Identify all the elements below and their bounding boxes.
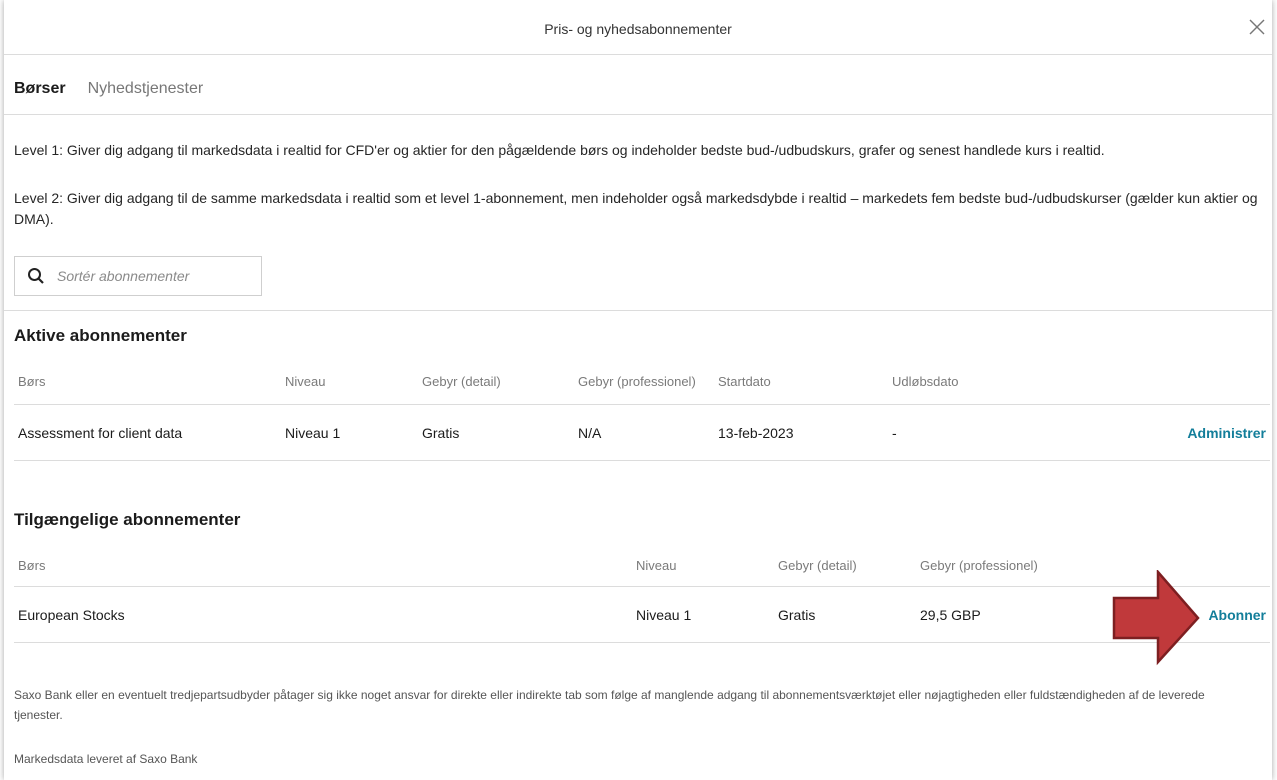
disclaimer-text: Saxo Bank eller en eventuelt tredjeparts… xyxy=(14,688,1205,722)
manage-button[interactable]: Administrer xyxy=(1187,425,1266,441)
level1-description: Level 1: Giver dig adgang til markedsdat… xyxy=(14,142,1105,158)
column-header-start-date: Startdato xyxy=(718,374,771,389)
row-start-date: 13-feb-2023 xyxy=(718,425,794,441)
column-header-level: Niveau xyxy=(636,558,677,573)
tab-bar: Børser Nyhedstjenester xyxy=(14,80,203,106)
row-fee-pro: 29,5 GBP xyxy=(920,607,981,623)
row-exchange: European Stocks xyxy=(18,607,125,623)
level2-description: Level 2: Giver dig adgang til de samme m… xyxy=(14,190,1258,227)
search-input[interactable] xyxy=(55,267,249,285)
data-provider-text: Markedsdata leveret af Saxo Bank xyxy=(14,752,198,766)
column-header-fee-pro: Gebyr (professionel) xyxy=(578,374,696,389)
active-subscriptions-heading: Aktive abonnementer xyxy=(14,326,187,345)
search-box[interactable] xyxy=(14,256,262,296)
available-subscriptions-heading: Tilgængelige abonnementer xyxy=(14,510,241,529)
dialog-header: Pris- og nyhedsabonnementer xyxy=(4,0,1272,55)
dialog-title: Pris- og nyhedsabonnementer xyxy=(544,21,732,37)
column-header-level: Niveau xyxy=(285,374,326,389)
row-level: Niveau 1 xyxy=(285,425,341,441)
tab-exchanges[interactable]: Børser xyxy=(14,80,66,106)
column-header-fee-pro: Gebyr (professionel) xyxy=(920,558,1038,573)
close-icon[interactable] xyxy=(1246,16,1268,38)
table-row-divider xyxy=(14,642,1270,643)
subscribe-button[interactable]: Abonner xyxy=(1208,607,1266,623)
table-row-divider xyxy=(14,460,1270,461)
column-header-fee-retail: Gebyr (detail) xyxy=(422,374,501,389)
table-header-divider xyxy=(14,586,1270,587)
subscriptions-dialog: Pris- og nyhedsabonnementer Børser Nyhed… xyxy=(4,0,1272,780)
row-expiry-date: - xyxy=(892,425,897,441)
section-divider xyxy=(4,310,1272,311)
tab-news-services[interactable]: Nyhedstjenester xyxy=(88,80,204,106)
row-level: Niveau 1 xyxy=(636,607,692,623)
table-header-divider xyxy=(14,404,1270,405)
row-exchange: Assessment for client data xyxy=(18,425,183,441)
column-header-expiry-date: Udløbsdato xyxy=(892,374,959,389)
search-icon xyxy=(28,268,44,284)
row-fee-pro: N/A xyxy=(578,425,602,441)
row-fee-retail: Gratis xyxy=(778,607,816,623)
row-fee-retail: Gratis xyxy=(422,425,460,441)
column-header-exchange: Børs xyxy=(18,374,46,389)
tab-divider xyxy=(4,114,1272,115)
column-header-exchange: Børs xyxy=(18,558,46,573)
column-header-fee-retail: Gebyr (detail) xyxy=(778,558,857,573)
arrow-right-annotation xyxy=(1112,570,1200,666)
